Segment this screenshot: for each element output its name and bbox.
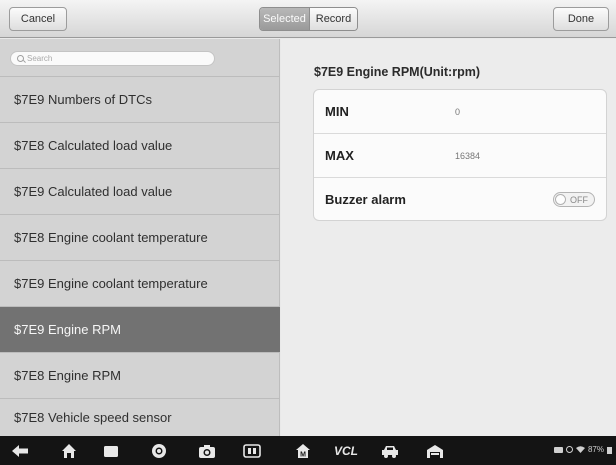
list-item-label: $7E9 Engine RPM xyxy=(14,322,121,337)
view-segmented-control: Selected Record xyxy=(259,7,358,31)
search-icon xyxy=(17,55,24,62)
search-input[interactable]: Search xyxy=(10,51,215,66)
svg-text:M: M xyxy=(300,452,306,459)
list-item[interactable]: $7E9 Calculated load value xyxy=(0,168,280,214)
search-placeholder: Search xyxy=(27,54,53,63)
done-button[interactable]: Done xyxy=(553,7,609,31)
list-item[interactable]: $7E8 Engine RPM xyxy=(0,352,280,398)
list-item-label: $7E9 Calculated load value xyxy=(14,184,173,199)
list-item-label: $7E8 Calculated load value xyxy=(14,138,173,153)
toggle-state-label: OFF xyxy=(570,195,588,205)
browser-icon[interactable] xyxy=(148,440,170,462)
min-label: MIN xyxy=(325,104,349,119)
screen: Cancel Selected Record Done Search $7E9 … xyxy=(0,0,616,465)
garage-icon[interactable] xyxy=(424,440,446,462)
tab-selected[interactable]: Selected xyxy=(260,8,309,30)
list-item-label: $7E9 Numbers of DTCs xyxy=(14,92,152,107)
battery-percentage: 87% xyxy=(587,445,604,454)
wifi-icon xyxy=(575,446,585,453)
list-item[interactable]: $7E8 Calculated load value xyxy=(0,122,280,168)
list-item-label: $7E8 Engine coolant temperature xyxy=(14,230,208,245)
back-icon[interactable] xyxy=(9,440,31,462)
camera-icon[interactable] xyxy=(196,440,218,462)
list-item-label: $7E8 Engine RPM xyxy=(14,368,121,383)
list-item[interactable]: $7E8 Vehicle speed sensor xyxy=(0,398,280,436)
buzzer-toggle[interactable]: OFF xyxy=(553,192,595,207)
max-value[interactable]: 16384 xyxy=(455,151,480,161)
min-value[interactable]: 0 xyxy=(455,107,460,117)
list-item[interactable]: $7E9 Engine coolant temperature xyxy=(0,260,280,306)
list-item[interactable]: $7E8 Engine coolant temperature xyxy=(0,214,280,260)
vcl-label: VCL xyxy=(334,444,358,458)
vcl-icon[interactable]: VCL xyxy=(331,440,361,462)
max-row[interactable]: MAX 16384 xyxy=(314,134,606,178)
screenshot-icon[interactable] xyxy=(241,440,263,462)
top-toolbar: Cancel Selected Record Done xyxy=(0,0,616,38)
detail-panel: $7E9 Engine RPM(Unit:rpm) MIN 0 MAX 1638… xyxy=(281,39,616,436)
alarm-icon xyxy=(565,446,573,453)
recent-apps-icon[interactable] xyxy=(100,440,122,462)
toggle-knob xyxy=(555,194,566,205)
cancel-button[interactable]: Cancel xyxy=(9,7,67,31)
home-icon[interactable] xyxy=(58,440,80,462)
list-item[interactable]: $7E9 Numbers of DTCs xyxy=(0,76,280,122)
threshold-card: MIN 0 MAX 16384 Buzzer alarm OFF xyxy=(313,89,607,221)
car-icon[interactable] xyxy=(379,440,401,462)
detail-title: $7E9 Engine RPM(Unit:rpm) xyxy=(314,65,480,79)
min-row[interactable]: MIN 0 xyxy=(314,90,606,134)
maxisys-home-icon[interactable]: M xyxy=(292,440,314,462)
list-item-label: $7E8 Vehicle speed sensor xyxy=(14,410,172,425)
message-icon xyxy=(553,446,563,453)
battery-icon xyxy=(607,446,612,454)
parameter-list-panel: Search $7E9 Numbers of DTCs $7E8 Calcula… xyxy=(0,39,280,436)
buzzer-row: Buzzer alarm OFF xyxy=(314,178,606,220)
tab-record[interactable]: Record xyxy=(308,8,357,30)
buzzer-label: Buzzer alarm xyxy=(325,192,406,207)
list-item-label: $7E9 Engine coolant temperature xyxy=(14,276,208,291)
bottom-nav-bar: M VCL 87% xyxy=(0,436,616,465)
status-tray: 87% xyxy=(553,445,612,454)
list-item-selected[interactable]: $7E9 Engine RPM xyxy=(0,306,280,352)
max-label: MAX xyxy=(325,148,354,163)
